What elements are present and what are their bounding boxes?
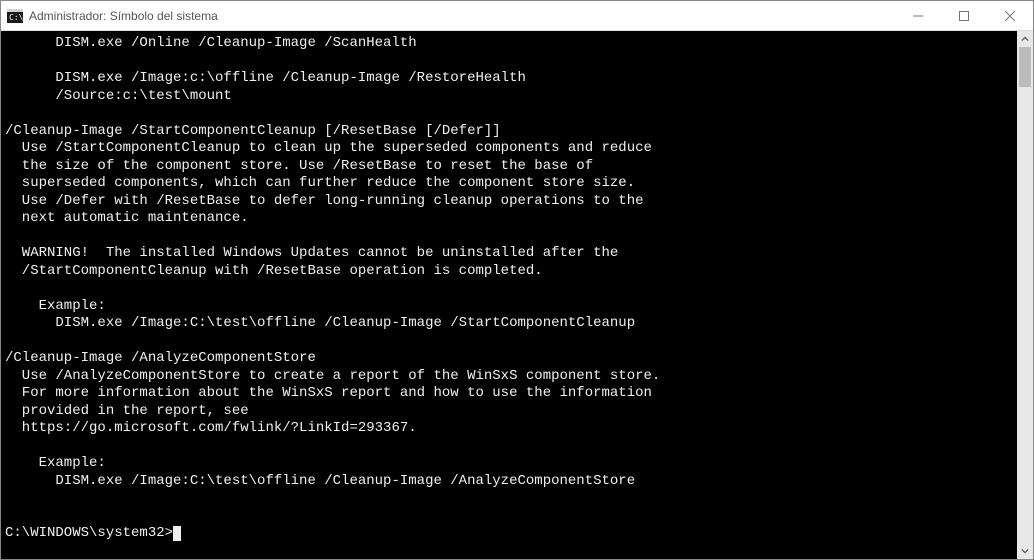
terminal-line: DISM.exe /Image:C:\test\offline /Cleanup… <box>5 315 635 331</box>
terminal-line: For more information about the WinSxS re… <box>5 385 652 401</box>
terminal-line: Use /AnalyzeComponentStore to create a r… <box>5 368 660 384</box>
terminal-line: Use /Defer with /ResetBase to defer long… <box>5 193 644 209</box>
svg-text:C:\: C:\ <box>9 13 23 22</box>
close-button[interactable] <box>987 1 1033 30</box>
window-title: Administrador: Símbolo del sistema <box>29 9 895 23</box>
terminal-line: DISM.exe /Online /Cleanup-Image /ScanHea… <box>5 35 417 51</box>
cmd-app-icon: C:\ <box>7 8 23 24</box>
terminal-line: /Cleanup-Image /AnalyzeComponentStore <box>5 350 316 366</box>
terminal-line: Use /StartComponentCleanup to clean up t… <box>5 140 652 156</box>
terminal-line: provided in the report, see <box>5 403 249 419</box>
cursor-icon <box>173 526 181 541</box>
scroll-up-arrow-icon[interactable] <box>1017 31 1033 47</box>
terminal-line: /Cleanup-Image /StartComponentCleanup [/… <box>5 123 501 139</box>
scrollbar-thumb[interactable] <box>1019 47 1031 87</box>
maximize-button[interactable] <box>941 1 987 30</box>
terminal-line: WARNING! The installed Windows Updates c… <box>5 245 618 261</box>
terminal-output[interactable]: DISM.exe /Online /Cleanup-Image /ScanHea… <box>1 31 1017 559</box>
terminal-line: /Source:c:\test\mount <box>5 88 232 104</box>
terminal-line: next automatic maintenance. <box>5 210 249 226</box>
terminal-line: superseded components, which can further… <box>5 175 635 191</box>
terminal-line: C:\WINDOWS\system32> <box>5 525 173 541</box>
cmd-window: C:\ Administrador: Símbolo del sistema D… <box>0 0 1034 560</box>
minimize-button[interactable] <box>895 1 941 30</box>
vertical-scrollbar[interactable] <box>1017 31 1033 559</box>
terminal-line: Example: <box>5 455 106 471</box>
terminal-line: DISM.exe /Image:C:\test\offline /Cleanup… <box>5 473 635 489</box>
terminal-area: DISM.exe /Online /Cleanup-Image /ScanHea… <box>1 31 1033 559</box>
titlebar[interactable]: C:\ Administrador: Símbolo del sistema <box>1 1 1033 31</box>
terminal-line: the size of the component store. Use /Re… <box>5 158 593 174</box>
window-controls <box>895 1 1033 30</box>
terminal-line: /StartComponentCleanup with /ResetBase o… <box>5 263 543 279</box>
scroll-down-arrow-icon[interactable] <box>1017 543 1033 559</box>
terminal-line: Example: <box>5 298 106 314</box>
terminal-line: DISM.exe /Image:c:\offline /Cleanup-Imag… <box>5 70 526 86</box>
terminal-line: https://go.microsoft.com/fwlink/?LinkId=… <box>5 420 417 436</box>
